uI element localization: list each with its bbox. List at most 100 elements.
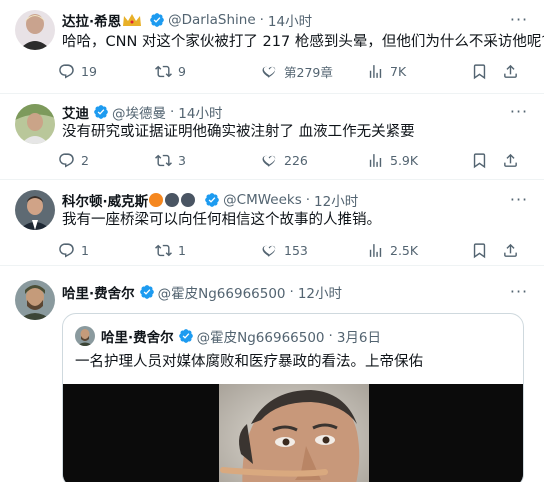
quote-header: 哈里·费舍尔 @霍皮Ng66966500 · 3月6日 — [75, 326, 381, 346]
like-count: 第279章 — [284, 64, 333, 80]
more-icon[interactable]: ··· — [508, 10, 530, 30]
more-icon[interactable]: ··· — [508, 190, 530, 210]
handle[interactable]: @CMWeeks — [223, 192, 302, 208]
verified-icon — [204, 192, 220, 208]
avatar[interactable] — [15, 190, 55, 230]
display-name[interactable]: 科尔顿·威克斯 — [62, 190, 148, 210]
heart-icon — [261, 152, 278, 169]
verified-icon — [178, 328, 194, 344]
bookmark-button[interactable] — [471, 61, 488, 81]
reply-button[interactable]: 1 — [58, 240, 89, 260]
retweet-button[interactable]: 9 — [155, 61, 186, 81]
views-icon — [367, 63, 384, 80]
share-button[interactable] — [502, 61, 519, 81]
heart-icon — [261, 242, 278, 259]
share-icon — [502, 242, 519, 259]
quote-media-image[interactable] — [63, 384, 523, 482]
reply-icon — [58, 63, 75, 80]
avatar[interactable] — [15, 280, 55, 320]
tweet-text: 哈哈，CNN 对这个家伙被打了 217 枪感到头晕，但他们为什么不采访他呢? — [62, 34, 544, 50]
quoted-tweet[interactable]: 哈里·费舍尔 @霍皮Ng66966500 · 3月6日 一名护理人员对媒体腐败和… — [62, 313, 524, 482]
verified-icon — [93, 104, 109, 120]
tweet-1[interactable]: 达拉·希恩 @DarlaShine · 14小时 ··· 哈哈，CNN 对这个家… — [0, 0, 544, 94]
reply-count: 19 — [81, 63, 97, 79]
views-button[interactable]: 2.5K — [367, 240, 418, 260]
reply-count: 1 — [81, 242, 89, 258]
more-icon[interactable]: ··· — [508, 282, 530, 302]
reply-button[interactable]: 2 — [58, 150, 89, 170]
handle[interactable]: @霍皮Ng66966500 — [197, 326, 325, 346]
share-button[interactable] — [502, 150, 519, 170]
views-count: 7K — [390, 63, 407, 79]
tweet-header: 哈里·费舍尔 @霍皮Ng66966500 · 12小时 — [62, 282, 342, 302]
retweet-button[interactable]: 1 — [155, 240, 186, 260]
bookmark-button[interactable] — [471, 150, 488, 170]
tweet-text: 没有研究或证据证明他确实被注射了 血液工作无关紧要 — [62, 124, 415, 140]
bookmark-icon — [471, 242, 488, 259]
action-bar: 1 1 153 2.5K — [58, 240, 518, 260]
bookmark-icon — [471, 63, 488, 80]
tweet-3[interactable]: 科尔顿·威克斯 @CMWeeks · 12小时 ··· 我有一座桥梁可以向任何相… — [0, 180, 544, 266]
views-button[interactable]: 5.9K — [367, 150, 418, 170]
timestamp[interactable]: 12小时 — [314, 190, 358, 210]
views-icon — [367, 152, 384, 169]
retweet-count: 3 — [178, 152, 186, 168]
emoji-badges-icon — [149, 193, 197, 207]
tweet-header: 达拉·希恩 @DarlaShine · 14小时 — [62, 10, 312, 30]
like-button[interactable]: 第279章 — [261, 61, 333, 81]
timestamp[interactable]: 14小时 — [178, 102, 222, 122]
views-count: 2.5K — [390, 242, 419, 258]
retweet-count: 9 — [178, 63, 186, 79]
timestamp[interactable]: 12小时 — [298, 282, 342, 302]
separator: · — [259, 12, 264, 28]
views-count: 5.9K — [390, 152, 419, 168]
retweet-count: 1 — [178, 242, 186, 258]
share-icon — [502, 152, 519, 169]
retweet-button[interactable]: 3 — [155, 150, 186, 170]
views-icon — [367, 242, 384, 259]
display-name[interactable]: 哈里·费舍尔 — [101, 326, 174, 346]
reply-count: 2 — [81, 152, 89, 168]
handle[interactable]: @霍皮Ng66966500 — [158, 282, 286, 302]
verified-icon — [139, 284, 155, 300]
avatar[interactable] — [15, 104, 55, 144]
separator: · — [328, 328, 333, 344]
bookmark-button[interactable] — [471, 240, 488, 260]
tweet-2[interactable]: 艾迪 @埃德曼 · 14小时 ··· 没有研究或证据证明他确实被注射了 血液工作… — [0, 94, 544, 180]
like-count: 153 — [284, 242, 308, 258]
separator: · — [289, 284, 294, 300]
action-bar: 2 3 226 5.9K — [58, 150, 518, 170]
avatar[interactable] — [75, 326, 95, 346]
views-button[interactable]: 7K — [367, 61, 406, 81]
retweet-icon — [155, 152, 172, 169]
tweet-header: 科尔顿·威克斯 @CMWeeks · 12小时 — [62, 190, 358, 210]
separator: · — [305, 192, 311, 208]
retweet-icon — [155, 242, 172, 259]
verified-icon — [149, 12, 165, 28]
crown-emoji-icon — [122, 13, 142, 27]
separator: · — [170, 104, 175, 120]
display-name[interactable]: 艾迪 — [62, 102, 89, 122]
share-button[interactable] — [502, 240, 519, 260]
handle[interactable]: @埃德曼 — [112, 102, 166, 122]
avatar[interactable] — [15, 10, 55, 50]
more-icon[interactable]: ··· — [508, 102, 530, 122]
action-bar: 19 9 第279章 7K — [58, 61, 518, 81]
share-icon — [502, 63, 519, 80]
heart-icon — [261, 63, 278, 80]
like-button[interactable]: 226 — [261, 150, 308, 170]
reply-icon — [58, 152, 75, 169]
tweet-text: 我有一座桥梁可以向任何相信这个故事的人推销。 — [62, 212, 381, 228]
display-name[interactable]: 哈里·费舍尔 — [62, 282, 135, 302]
retweet-icon — [155, 63, 172, 80]
display-name[interactable]: 达拉·希恩 — [62, 10, 121, 30]
tweet-header: 艾迪 @埃德曼 · 14小时 — [62, 102, 222, 122]
like-button[interactable]: 153 — [261, 240, 308, 260]
quote-text: 一名护理人员对媒体腐败和医疗暴政的看法。上帝保佑 — [75, 354, 423, 370]
timestamp[interactable]: 3月6日 — [337, 326, 381, 346]
handle[interactable]: @DarlaShine — [168, 12, 255, 28]
like-count: 226 — [284, 152, 308, 168]
reply-button[interactable]: 19 — [58, 61, 97, 81]
timestamp[interactable]: 14小时 — [268, 10, 312, 30]
bookmark-icon — [471, 152, 488, 169]
